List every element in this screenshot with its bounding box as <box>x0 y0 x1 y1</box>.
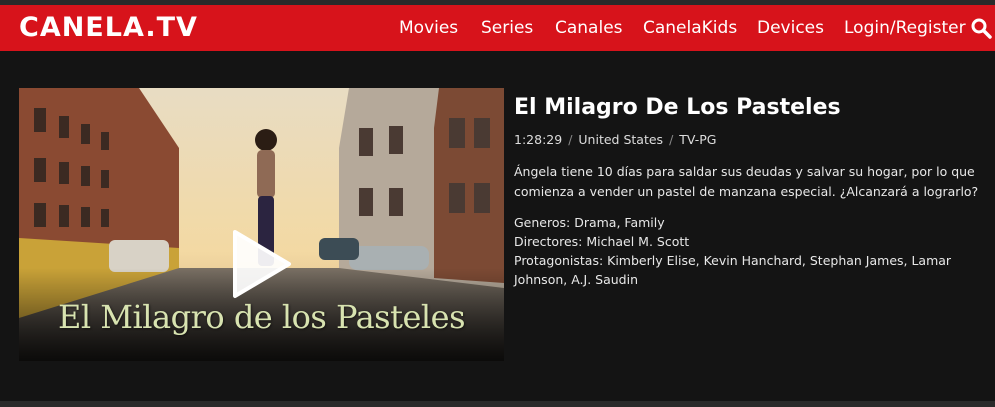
movie-title: El Milagro De Los Pasteles <box>514 95 841 120</box>
movie-country: United States <box>578 132 664 147</box>
search-icon[interactable] <box>970 17 992 39</box>
meta-separator: / <box>568 132 573 147</box>
movie-credits: Generos: Drama, Family Directores: Micha… <box>514 213 984 289</box>
movie-info-panel: El Milagro De Los Pasteles 1:28:29 / Uni… <box>514 93 984 289</box>
navbar: CANELA.TV Movies Series Canales CanelaKi… <box>0 5 995 51</box>
canela-logo[interactable]: CANELA.TV <box>19 13 198 43</box>
nav-canelakids[interactable]: CanelaKids <box>643 5 737 51</box>
nav-canales[interactable]: Canales <box>555 5 623 51</box>
nav-devices[interactable]: Devices <box>757 5 824 51</box>
movie-rating: TV-PG <box>679 132 717 147</box>
movie-directors: Directores: Michael M. Scott <box>514 234 690 249</box>
movie-genres: Generos: Drama, Family <box>514 215 665 230</box>
nav-series[interactable]: Series <box>481 5 533 51</box>
movie-meta: 1:28:29 / United States / TV-PG <box>514 132 984 147</box>
nav-login-register[interactable]: Login/Register <box>844 5 966 51</box>
movie-duration: 1:28:29 <box>514 132 563 147</box>
movie-description: Ángela tiene 10 días para saldar sus deu… <box>514 164 979 199</box>
movie-cast: Protagonistas: Kimberly Elise, Kevin Han… <box>514 253 952 287</box>
movie-poster[interactable]: El Milagro de los Pasteles <box>19 88 504 361</box>
poster-title-art: El Milagro de los Pasteles <box>58 298 465 336</box>
nav-movies[interactable]: Movies <box>399 5 458 51</box>
bottom-bar <box>0 401 995 407</box>
meta-separator: / <box>669 132 674 147</box>
play-icon[interactable] <box>231 228 293 300</box>
